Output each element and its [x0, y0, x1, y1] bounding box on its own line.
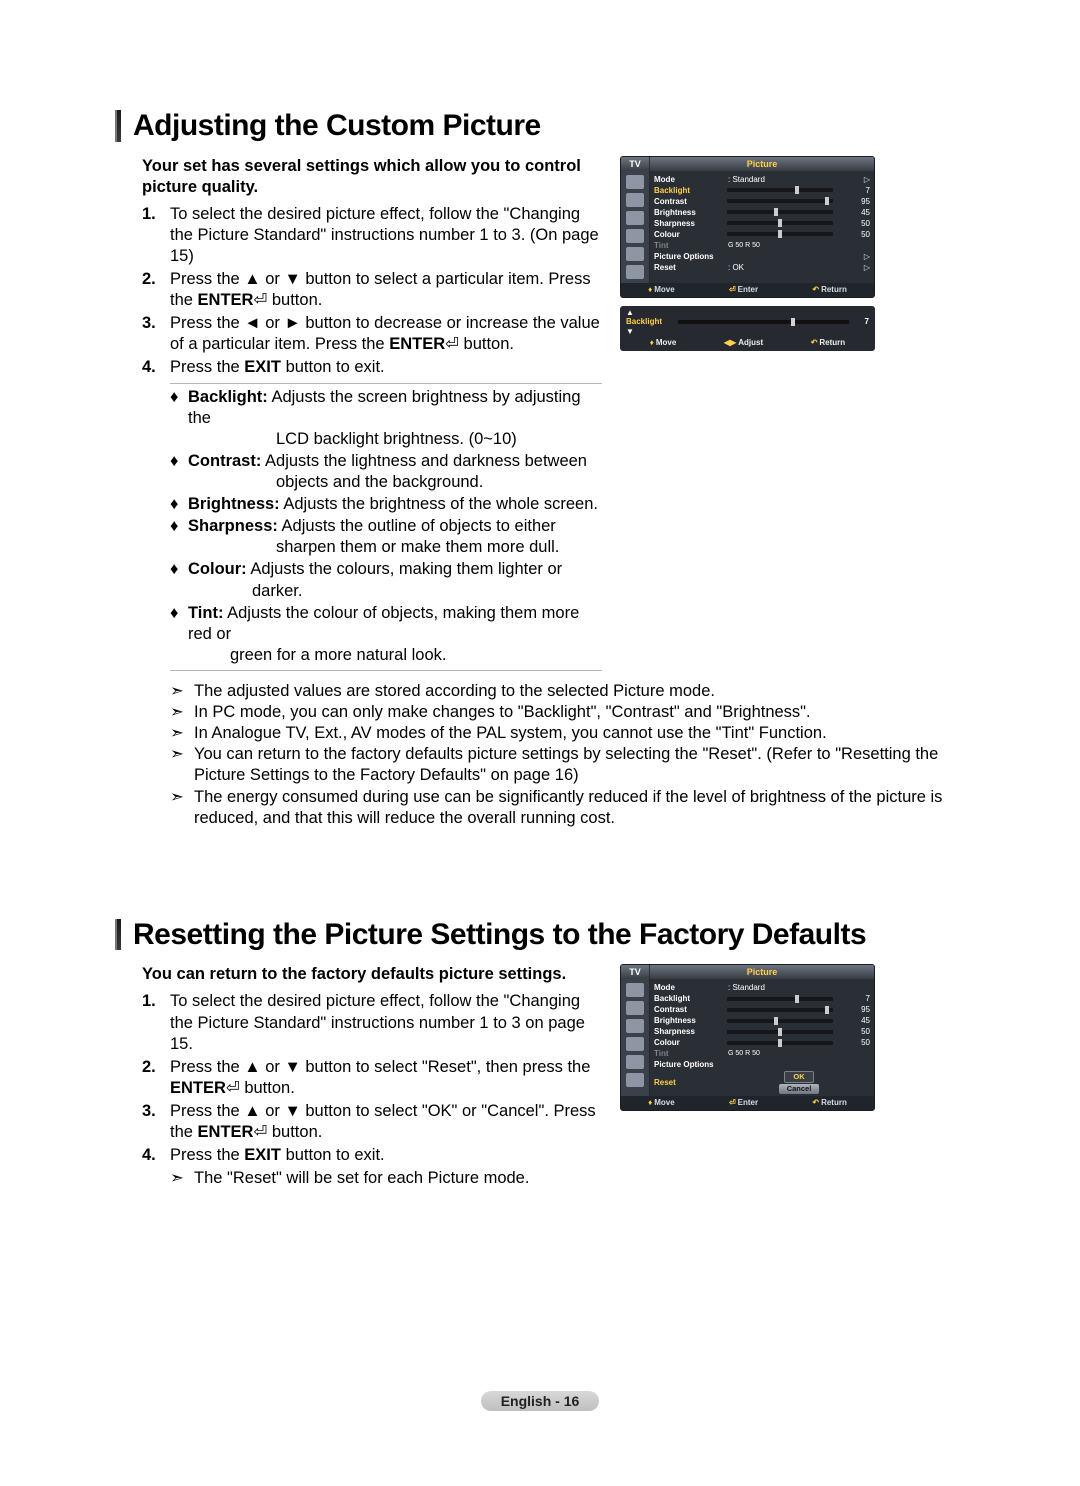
osd-backlight-slider: ▲ Backlight 7 ▼ ♦Move ◀▶Adjust ↶Return	[620, 306, 875, 351]
osd-icon	[626, 175, 644, 189]
enter-icon: ⏎	[253, 291, 267, 309]
note: The energy consumed during use can be si…	[170, 787, 975, 829]
section2-body: You can return to the factory defaults p…	[142, 964, 975, 1189]
osd-icon	[626, 265, 644, 279]
updown-icon: ♦	[648, 285, 652, 294]
page-footer: English - 16	[0, 1391, 1080, 1411]
heading-wrap: Resetting the Picture Settings to the Fa…	[115, 919, 975, 951]
section-reset-picture: Resetting the Picture Settings to the Fa…	[115, 919, 975, 1190]
up-arrow-icon: ▲	[626, 308, 869, 317]
page-number: English - 16	[481, 1391, 600, 1411]
section2-intro: You can return to the factory defaults p…	[142, 964, 602, 985]
heading-wrap: Adjusting the Custom Picture	[115, 110, 975, 142]
enter-icon: ⏎	[729, 1098, 736, 1107]
note: In PC mode, you can only make changes to…	[170, 702, 975, 723]
note: You can return to the factory defaults p…	[170, 744, 975, 786]
osd-category-icons	[621, 171, 650, 283]
diamond-icon: ♦	[170, 603, 178, 624]
leftright-icon: ◀▶	[724, 338, 736, 347]
updown-icon: ♦	[650, 338, 654, 347]
enter-icon: ⏎	[729, 285, 736, 294]
heading-reset: Resetting the Picture Settings to the Fa…	[133, 919, 866, 951]
osd-icon	[626, 983, 644, 997]
return-icon: ↶	[811, 338, 818, 347]
note: In Analogue TV, Ext., AV modes of the PA…	[170, 723, 975, 744]
def-backlight: ♦Backlight: Adjusts the screen brightnes…	[170, 387, 602, 450]
step-3: 3.Press the ▲ or ▼ button to select "OK"…	[170, 1101, 602, 1143]
osd-title: Picture	[650, 965, 874, 979]
diamond-icon: ♦	[170, 516, 178, 537]
return-icon: ↶	[812, 285, 819, 294]
updown-icon: ♦	[648, 1098, 652, 1107]
section1-body: Your set has several settings which allo…	[142, 156, 975, 829]
heading-adjusting: Adjusting the Custom Picture	[133, 110, 541, 142]
note: The adjusted values are stored according…	[170, 681, 975, 702]
step-2: 2.Press the ▲ or ▼ button to select "Res…	[170, 1057, 602, 1099]
osd-footer: ♦Move ⏎Enter ↶Return	[621, 283, 874, 297]
chevron-right-icon: ▷	[860, 262, 870, 273]
enter-icon: ⏎	[445, 335, 459, 353]
osd-tv-label: TV	[621, 157, 650, 171]
section2-right: TV Picture Mode: Standard Backlight7 Con…	[620, 964, 875, 1189]
osd-reset-menu: TV Picture Mode: Standard Backlight7 Con…	[620, 964, 875, 1111]
enter-icon: ⏎	[253, 1123, 267, 1141]
osd-reset-ok: OK	[784, 1071, 813, 1083]
osd-icon	[626, 247, 644, 261]
section1-intro: Your set has several settings which allo…	[142, 156, 602, 198]
osd-title: Picture	[650, 157, 874, 171]
osd-icon	[626, 1019, 644, 1033]
step-1: 1.To select the desired picture effect, …	[170, 991, 602, 1054]
down-arrow-icon: ▼	[626, 327, 869, 336]
section2-notes: The "Reset" will be set for each Picture…	[142, 1168, 602, 1189]
def-colour: ♦Colour: Adjusts the colours, making the…	[170, 559, 602, 601]
osd-rows: Mode: Standard▷ Backlight7 Contrast95 Br…	[650, 171, 874, 283]
def-sharpness: ♦Sharpness: Adjusts the outline of objec…	[170, 516, 602, 558]
step-3: 3. Press the ◄ or ► button to decrease o…	[170, 313, 602, 355]
diamond-icon: ♦	[170, 387, 178, 408]
osd-category-icons	[621, 979, 650, 1096]
def-contrast: ♦Contrast: Adjusts the lightness and dar…	[170, 451, 602, 493]
manual-page: Adjusting the Custom Picture Your set ha…	[0, 0, 1080, 1486]
section2-left: You can return to the factory defaults p…	[142, 964, 602, 1189]
section1-notes: The adjusted values are stored according…	[142, 681, 975, 829]
osd-picture-menu: TV Picture Mode: Standard▷ Backlight7 Co…	[620, 156, 875, 298]
definition-list: ♦Backlight: Adjusts the screen brightnes…	[170, 383, 602, 671]
osd-footer: ♦Move ⏎Enter ↶Return	[621, 1096, 874, 1110]
section1-steps: 1. To select the desired picture effect,…	[142, 204, 602, 379]
diamond-icon: ♦	[170, 494, 178, 515]
heading-accent-bar	[115, 110, 121, 142]
osd-icon	[626, 193, 644, 207]
osd-icon	[626, 211, 644, 225]
step-2: 2. Press the ▲ or ▼ button to select a p…	[170, 269, 602, 311]
section1-left: Your set has several settings which allo…	[142, 156, 602, 672]
step-4: 4. Press the EXIT button to exit.	[170, 357, 602, 378]
osd-icon	[626, 1055, 644, 1069]
diamond-icon: ♦	[170, 451, 178, 472]
step-1: 1. To select the desired picture effect,…	[170, 204, 602, 267]
return-icon: ↶	[812, 1098, 819, 1107]
step-4: 4.Press the EXIT button to exit.	[170, 1145, 602, 1166]
section2-steps: 1.To select the desired picture effect, …	[142, 991, 602, 1166]
chevron-right-icon: ▷	[860, 251, 870, 262]
section1-right: TV Picture Mode: Standard▷ Backlight7 Co…	[620, 156, 875, 672]
osd-icon	[626, 1001, 644, 1015]
section-adjusting-picture: Adjusting the Custom Picture Your set ha…	[115, 110, 975, 829]
chevron-right-icon: ▷	[860, 174, 870, 185]
osd-tv-label: TV	[621, 965, 650, 979]
note: The "Reset" will be set for each Picture…	[170, 1168, 602, 1189]
def-brightness: ♦Brightness: Adjusts the brightness of t…	[170, 494, 602, 515]
heading-accent-bar	[115, 919, 121, 951]
def-tint: ♦Tint: Adjusts the colour of objects, ma…	[170, 603, 602, 666]
osd-icon	[626, 229, 644, 243]
osd-icon	[626, 1037, 644, 1051]
enter-icon: ⏎	[226, 1079, 240, 1097]
osd-reset-cancel: Cancel	[779, 1084, 820, 1094]
osd-icon	[626, 1073, 644, 1087]
diamond-icon: ♦	[170, 559, 178, 580]
